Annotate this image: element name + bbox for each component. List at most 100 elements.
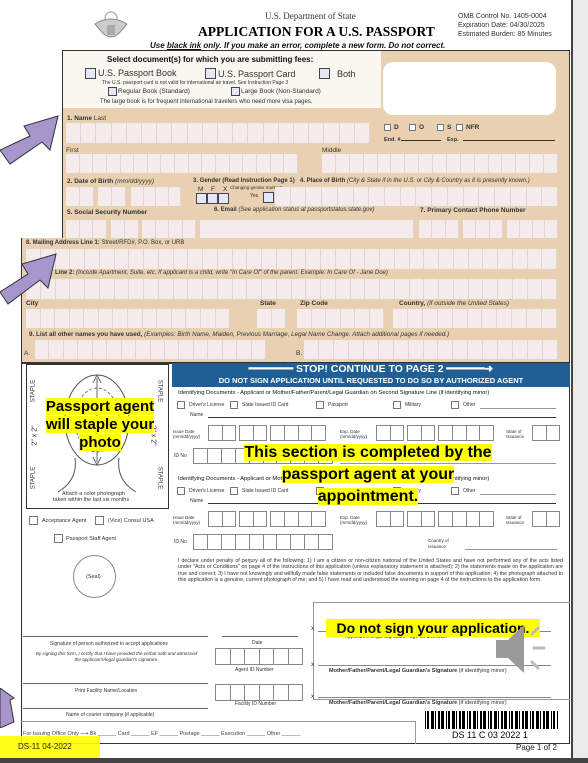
guardian1-sig-label: Mother/Father/Parent/Legal Guardian's Si… xyxy=(329,668,507,674)
issue-date-boxes[interactable] xyxy=(270,511,326,527)
facility-line[interactable] xyxy=(23,683,208,684)
last-name-input[interactable] xyxy=(66,123,371,143)
agent-id-boxes[interactable] xyxy=(215,648,303,665)
fees-title: Select document(s) for which you are sub… xyxy=(107,55,314,64)
exp-date-boxes[interactable] xyxy=(407,511,435,527)
gender-f-checkbox[interactable] xyxy=(207,193,218,204)
other-name-b-input[interactable] xyxy=(304,340,558,359)
issue-date-label: Issue Date (mm/dd/yyyy) xyxy=(173,515,200,525)
phone-part3-input[interactable] xyxy=(507,220,558,238)
issue-date-boxes[interactable] xyxy=(239,425,267,441)
speaker-icon[interactable] xyxy=(494,620,554,678)
facility-id-boxes[interactable] xyxy=(215,684,303,701)
ssn-part1-input[interactable] xyxy=(66,220,108,238)
name-label: Name xyxy=(190,412,204,418)
passport-checkbox[interactable] xyxy=(316,401,324,409)
issue-date-boxes[interactable] xyxy=(239,511,267,527)
address1-label: 8. Mailing Address Line 1: Street/RFD#, … xyxy=(26,240,184,246)
ssn-part3-input[interactable] xyxy=(142,220,196,238)
drivers-license-checkbox[interactable] xyxy=(177,487,185,495)
dob-month-input[interactable] xyxy=(66,187,94,206)
other-name-a-input[interactable] xyxy=(35,340,266,359)
barcode-bar xyxy=(494,711,497,729)
country-issuance-line[interactable] xyxy=(465,549,557,550)
phone-part2-input[interactable] xyxy=(463,220,503,238)
barcode-bar xyxy=(511,711,513,729)
issue-date-boxes[interactable] xyxy=(208,425,236,441)
passport-book-checkbox[interactable] xyxy=(85,68,96,79)
both-label: Both xyxy=(337,69,356,79)
barcode-bar xyxy=(530,711,531,729)
state-issuance-boxes[interactable] xyxy=(532,511,560,527)
passport-card-checkbox[interactable] xyxy=(205,68,216,79)
address-line2-input[interactable] xyxy=(26,279,557,299)
barcode-bar xyxy=(427,711,429,729)
nfr-checkbox[interactable] xyxy=(456,124,463,131)
state-input[interactable] xyxy=(257,309,286,328)
staple-top-left: STAPLE xyxy=(30,379,37,403)
agent-signature-line[interactable] xyxy=(23,636,208,637)
country-input[interactable] xyxy=(393,309,557,328)
courier-line[interactable] xyxy=(23,708,208,709)
guardian2-signature-line[interactable] xyxy=(318,697,551,698)
gender-x-checkbox[interactable] xyxy=(218,193,229,204)
last-label: Last xyxy=(93,115,107,122)
id-docs-heading: Identifying Documents - Applicant or Mot… xyxy=(178,390,490,396)
issue-date-boxes[interactable] xyxy=(208,511,236,527)
gender-m-checkbox[interactable] xyxy=(196,193,207,204)
dob-year-input[interactable] xyxy=(131,187,181,206)
viewer-bottom-edge xyxy=(0,758,588,763)
barcode xyxy=(425,711,558,729)
guardian1-sig-x: x xyxy=(311,661,315,668)
phone-part1-input[interactable] xyxy=(419,220,459,238)
consul-checkbox[interactable] xyxy=(95,516,104,525)
place-of-birth-input[interactable] xyxy=(275,187,558,206)
regular-book-checkbox[interactable] xyxy=(108,87,117,96)
gender-change-yes-checkbox[interactable] xyxy=(263,192,274,203)
other-checkbox[interactable] xyxy=(451,401,459,409)
drivers-license-checkbox[interactable] xyxy=(177,401,185,409)
middle-name-input[interactable] xyxy=(322,154,558,173)
ssn-part2-input[interactable] xyxy=(111,220,139,238)
city-input[interactable] xyxy=(26,309,231,328)
passport-staff-checkbox[interactable] xyxy=(54,534,63,543)
state-issuance-boxes[interactable] xyxy=(532,425,560,441)
date-label: Date xyxy=(252,640,263,646)
name-number: 1. Name xyxy=(67,115,92,122)
id-no-boxes[interactable] xyxy=(193,534,333,550)
email-note: (See application status at passportstatu… xyxy=(238,207,375,213)
drivers-license-label: Driver's License xyxy=(189,402,225,408)
exp-date-boxes[interactable] xyxy=(376,511,404,527)
other-names-title: 9. List all other names you have used, xyxy=(29,331,143,338)
exp-date-boxes[interactable] xyxy=(438,425,494,441)
military-checkbox[interactable] xyxy=(393,401,401,409)
nfr-label: NFR xyxy=(466,124,480,131)
s-checkbox[interactable] xyxy=(437,124,444,131)
acceptance-agent-checkbox[interactable] xyxy=(29,516,38,525)
gender-label: 3. Gender (Read Instruction Page 1) xyxy=(193,178,295,184)
exp-date-boxes[interactable] xyxy=(376,425,404,441)
o-checkbox[interactable] xyxy=(409,124,416,131)
photo-annotation: Passport agent will staple your photo xyxy=(40,398,160,452)
exp-date-boxes[interactable] xyxy=(407,425,435,441)
first-name-input[interactable] xyxy=(66,154,298,173)
passport-staff-label: Passport Staff Agent xyxy=(66,536,117,542)
both-checkbox[interactable] xyxy=(319,68,330,79)
issue-date-boxes[interactable] xyxy=(270,425,326,441)
exp-date-boxes[interactable] xyxy=(438,511,494,527)
dob-day-input[interactable] xyxy=(98,187,126,206)
gender-f: F xyxy=(211,186,215,193)
date-line[interactable] xyxy=(222,636,298,637)
barcode-bar xyxy=(431,711,434,729)
form-id: DS-11 04-2022 xyxy=(18,742,72,751)
name-line[interactable] xyxy=(208,417,556,418)
large-book-checkbox[interactable] xyxy=(231,87,240,96)
oath-text: By signing this form, I certify that I h… xyxy=(35,651,198,662)
address-line1-input[interactable] xyxy=(26,249,557,269)
ssn-label: 5. Social Security Number xyxy=(67,209,148,216)
d-checkbox[interactable] xyxy=(384,124,391,131)
zip-input[interactable] xyxy=(297,309,384,328)
email-input[interactable] xyxy=(200,220,414,238)
other-doc-line[interactable] xyxy=(480,408,556,409)
state-id-checkbox[interactable] xyxy=(230,401,238,409)
